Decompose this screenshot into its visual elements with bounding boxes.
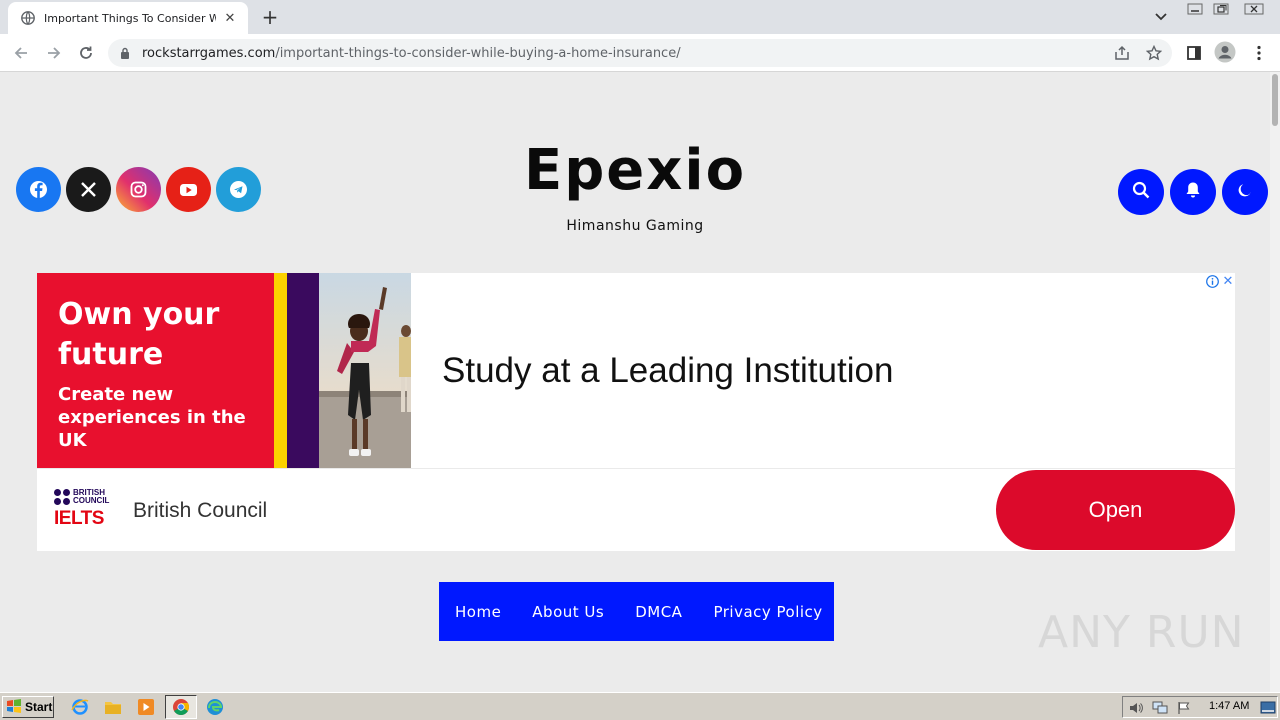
facebook-link[interactable] <box>16 167 61 212</box>
tab-strip: Important Things To Consider While Buyin… <box>0 0 1280 34</box>
url-text: rockstarrgames.com/important-things-to-c… <box>142 46 681 61</box>
edge-icon[interactable] <box>205 697 225 717</box>
ad-subheadline: Create new experiences in the UK <box>58 384 246 451</box>
logo-ielts: IELTS <box>54 508 104 529</box>
globe-icon <box>20 10 36 26</box>
ad-main-text[interactable]: Study at a Leading Institution <box>442 351 893 391</box>
ad-divider <box>37 468 1235 469</box>
chevron-down-icon[interactable] <box>1150 6 1172 28</box>
network-icon[interactable] <box>1152 700 1168 716</box>
site-tagline: Himanshu Gaming <box>566 218 704 234</box>
nav-home[interactable]: Home <box>455 603 501 621</box>
volume-icon[interactable] <box>1128 700 1144 716</box>
page-scrollbar[interactable] <box>1270 72 1280 692</box>
folder-icon[interactable] <box>103 697 123 717</box>
close-window-icon[interactable] <box>1240 0 1268 18</box>
ad-yellow-stripe <box>274 273 287 468</box>
windows-logo-icon <box>6 698 22 717</box>
scrollbar-thumb[interactable] <box>1272 74 1278 126</box>
taskbar-clock[interactable]: 1:47 AM <box>1209 700 1249 712</box>
main-navigation: Home About Us DMCA Privacy Policy <box>439 582 834 641</box>
watermark-text: ANY RUN <box>1038 607 1245 658</box>
anyrun-watermark: ANY RUN <box>1038 607 1245 658</box>
moon-icon <box>1237 182 1253 202</box>
start-label: Start <box>25 700 53 714</box>
start-button[interactable]: Start <box>2 696 54 718</box>
instagram-link[interactable] <box>116 167 161 212</box>
advertisement[interactable]: Own your future Create new experiences i… <box>37 273 1235 551</box>
instagram-icon <box>116 167 161 212</box>
new-tab-button[interactable]: + <box>258 5 282 29</box>
x-link[interactable] <box>66 167 111 212</box>
tab-close-icon[interactable]: ✕ <box>222 10 238 26</box>
ad-open-button[interactable]: Open <box>996 470 1235 550</box>
show-desktop-icon[interactable] <box>1260 700 1276 716</box>
bell-icon <box>1185 181 1201 203</box>
windows-taskbar: Start 1:47 AM <box>0 692 1280 720</box>
browser-toolbar: rockstarrgames.com/important-things-to-c… <box>0 34 1280 72</box>
dark-mode-toggle[interactable] <box>1222 169 1268 215</box>
share-icon[interactable] <box>1110 41 1134 65</box>
ad-advertiser-name[interactable]: British Council <box>133 499 267 523</box>
back-icon[interactable] <box>9 41 33 65</box>
x-icon <box>66 167 111 212</box>
youtube-link[interactable] <box>166 167 211 212</box>
url-path: /important-things-to-consider-while-buyi… <box>275 45 681 61</box>
telegram-icon <box>216 167 261 212</box>
notifications-button[interactable] <box>1170 169 1216 215</box>
nav-privacy-policy[interactable]: Privacy Policy <box>713 603 822 621</box>
action-center-flag-icon[interactable] <box>1176 700 1192 716</box>
menu-kebab-icon[interactable] <box>1247 41 1271 65</box>
telegram-link[interactable] <box>216 167 261 212</box>
chrome-icon[interactable] <box>171 697 191 717</box>
logo-text-council: COUNCIL <box>73 496 110 505</box>
forward-icon[interactable] <box>42 41 66 65</box>
ad-close-icon[interactable]: ✕ <box>1221 273 1235 289</box>
address-bar[interactable]: rockstarrgames.com/important-things-to-c… <box>108 39 1172 67</box>
side-panel-icon[interactable] <box>1182 41 1206 65</box>
minimize-icon[interactable] <box>1183 0 1207 18</box>
lock-icon[interactable] <box>118 46 132 60</box>
ad-photo <box>319 273 411 468</box>
logo-dots-icon <box>54 489 70 505</box>
site-title[interactable]: Epexio <box>440 136 830 206</box>
nav-about-us[interactable]: About Us <box>532 603 604 621</box>
web-page: Epexio Himanshu Gaming Own your future C… <box>0 72 1280 692</box>
search-icon <box>1132 181 1150 203</box>
nav-dmca[interactable]: DMCA <box>635 603 682 621</box>
system-tray: 1:47 AM <box>1122 696 1278 718</box>
url-host: rockstarrgames.com <box>142 45 276 61</box>
browser-tab[interactable]: Important Things To Consider While Buyin… <box>8 2 248 34</box>
ie-icon[interactable] <box>70 697 90 717</box>
profile-avatar-icon[interactable] <box>1213 40 1237 64</box>
reload-icon[interactable] <box>74 41 98 65</box>
media-player-icon[interactable] <box>136 697 156 717</box>
info-icon[interactable] <box>1204 273 1220 289</box>
ad-headline: Own your future <box>58 297 220 372</box>
tab-title: Important Things To Consider While Buyin… <box>44 11 216 25</box>
facebook-icon <box>16 167 61 212</box>
bookmark-star-icon[interactable] <box>1142 41 1166 65</box>
search-button[interactable] <box>1118 169 1164 215</box>
british-council-logo: BRITISH COUNCIL IELTS <box>54 489 118 533</box>
restore-icon[interactable] <box>1209 0 1233 18</box>
ad-purple-stripe <box>287 273 319 468</box>
ad-red-panel: Own your future Create new experiences i… <box>37 273 274 468</box>
youtube-icon <box>166 167 211 212</box>
